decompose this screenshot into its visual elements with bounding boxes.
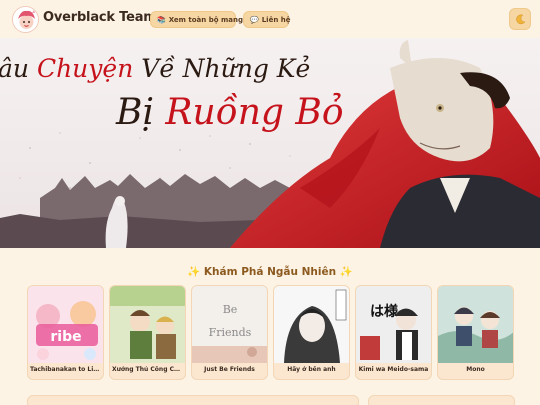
manga-card[interactable]: ribe Tachibanakan to Lie ... xyxy=(27,285,104,380)
random-section-title: ✨ Khám Phá Ngẫu Nhiên ✨ xyxy=(187,266,353,278)
cover-text: Be xyxy=(223,303,238,316)
logo[interactable] xyxy=(12,6,39,33)
manga-cover: は様 xyxy=(356,286,431,363)
manga-title: Kimi wa Meido-sama xyxy=(358,366,429,373)
manga-card[interactable]: Mono xyxy=(437,285,514,380)
all-manga-button[interactable]: 📚 Xem toàn bộ manga xyxy=(150,11,248,28)
hero-banner[interactable]: âu Chuyện Về Những Kẻ Bị Ruồng Bỏ xyxy=(0,38,540,248)
speech-bubble-icon: 💬 xyxy=(250,15,259,24)
manga-title: Hãy ở bên anh xyxy=(287,366,336,373)
hero-title-line1: âu Chuyện Về Những Kẻ xyxy=(0,54,310,83)
manga-card[interactable]: Xưởng Thủ Công Của... xyxy=(109,285,186,380)
manga-card[interactable]: Be Friends Just Be Friends xyxy=(191,285,268,380)
brand-name[interactable]: Overblack Team xyxy=(43,10,157,25)
hero-title-line2: Bị Ruồng Bỏ xyxy=(116,92,344,133)
manga-title: Tachibanakan to Lie ... xyxy=(30,366,101,373)
cover-logo-text: は様 xyxy=(370,303,399,320)
manga-cover: ribe xyxy=(28,286,103,363)
random-manga-grid: ribe Tachibanakan to Lie ... Xưởng Thủ C… xyxy=(27,285,515,380)
all-manga-label: Xem toàn bộ manga xyxy=(168,15,248,24)
contact-label: Liên hệ xyxy=(261,15,291,24)
manga-cover xyxy=(110,286,185,363)
sidebar-panel xyxy=(368,395,515,405)
cover-text: Friends xyxy=(209,326,252,339)
moon-icon xyxy=(515,14,525,24)
manga-title: Mono xyxy=(466,366,485,373)
cover-logo-text: ribe xyxy=(50,329,81,345)
content-panel xyxy=(27,395,359,405)
hero-title-part: Về Những Kẻ xyxy=(133,54,311,83)
books-icon: 📚 xyxy=(157,15,166,24)
hero-title-part: Bị xyxy=(116,92,166,133)
manga-title: Xưởng Thủ Công Của... xyxy=(112,366,183,373)
hero-title-part: âu xyxy=(0,54,37,83)
manga-cover: Be Friends xyxy=(192,286,267,363)
hero-title-highlight: Ruồng Bỏ xyxy=(165,92,344,133)
manga-title: Just Be Friends xyxy=(204,366,255,373)
contact-button[interactable]: 💬 Liên hệ xyxy=(243,11,291,28)
manga-card[interactable]: は様 Kimi wa Meido-sama xyxy=(355,285,432,380)
manga-cover xyxy=(274,286,349,363)
theme-toggle-button[interactable] xyxy=(509,8,531,30)
manga-card[interactable]: Hãy ở bên anh xyxy=(273,285,350,380)
hero-title-highlight: Chuyện xyxy=(36,54,134,83)
top-header: Overblack Team 📚 Xem toàn bộ manga 💬 Liê… xyxy=(0,0,540,38)
manga-cover xyxy=(438,286,513,363)
